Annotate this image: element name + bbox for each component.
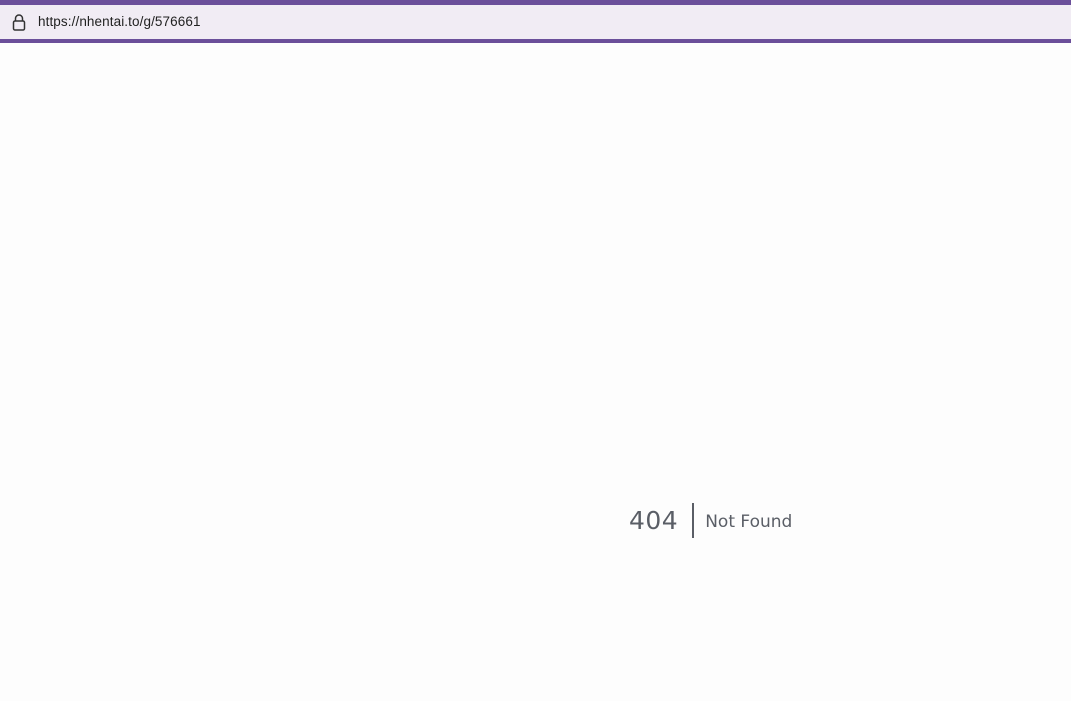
browser-address-bar: https://nhentai.to/g/576661 bbox=[0, 0, 1071, 43]
lock-icon[interactable] bbox=[12, 13, 26, 31]
page-content: 404 Not Found bbox=[0, 43, 1071, 701]
error-message: Not Found bbox=[705, 511, 793, 532]
error-code: 404 bbox=[629, 506, 679, 535]
url-text[interactable]: https://nhentai.to/g/576661 bbox=[38, 14, 201, 29]
error-block: 404 Not Found bbox=[629, 503, 792, 538]
url-bar[interactable]: https://nhentai.to/g/576661 bbox=[0, 5, 1071, 39]
